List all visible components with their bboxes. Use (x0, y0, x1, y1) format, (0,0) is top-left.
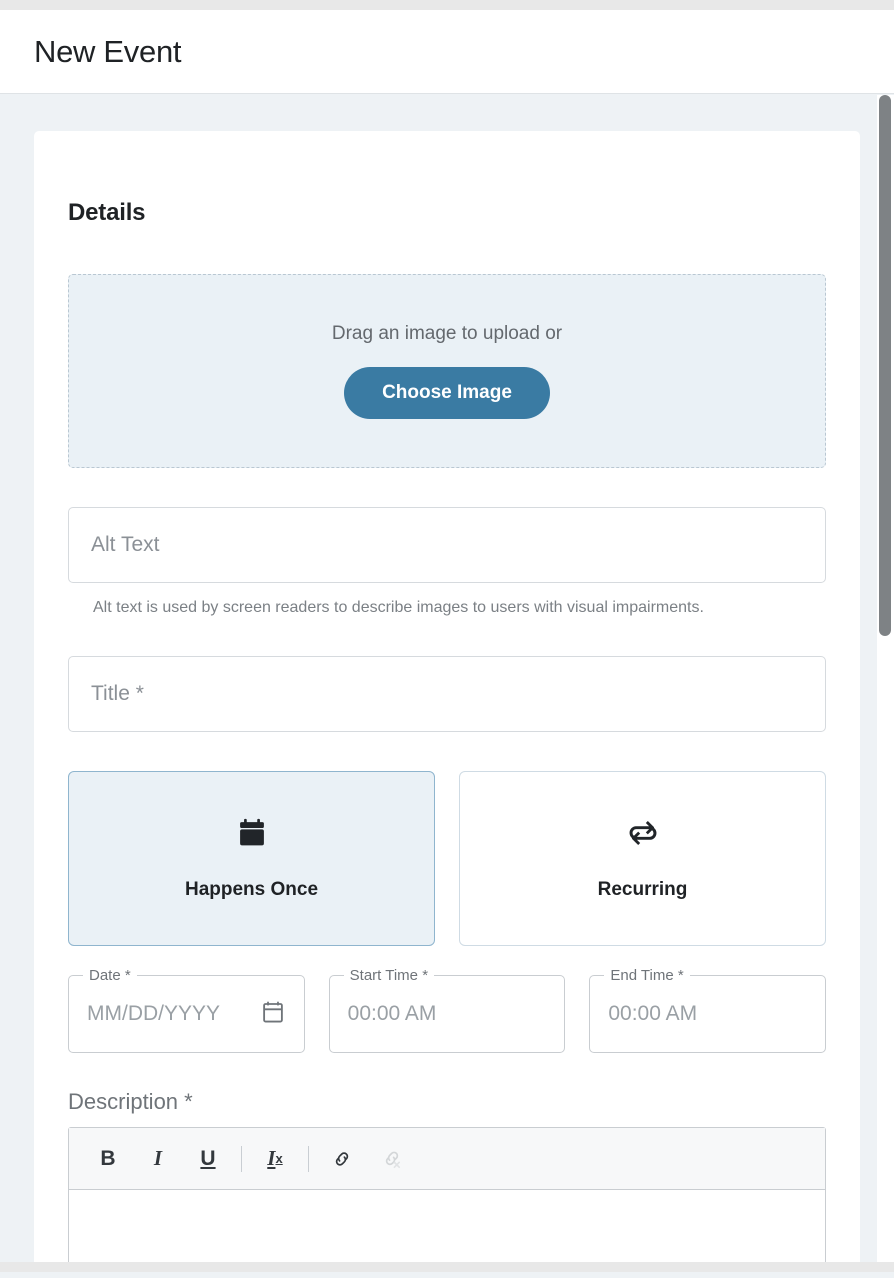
remove-format-button[interactable]: Ix (258, 1142, 292, 1176)
remove-format-glyph: I (267, 1146, 276, 1170)
occurrence-option-recurring[interactable]: Recurring (459, 771, 826, 946)
occurrence-option-label: Recurring (597, 879, 688, 900)
calendar-icon[interactable] (260, 999, 286, 1030)
end-time-field-label: End Time * (604, 967, 690, 985)
page-title: New Event (34, 33, 182, 69)
date-field[interactable]: Date * MM/DD/YYYY (68, 967, 305, 1053)
editor-toolbar: B I U Ix (69, 1128, 825, 1190)
start-time-field-label: Start Time * (343, 967, 435, 985)
page-header: New Event (0, 10, 894, 94)
remove-format-x: x (275, 1151, 283, 1166)
description-editor: B I U Ix (68, 1127, 826, 1262)
occurrence-option-happens-once[interactable]: Happens Once (68, 771, 435, 946)
image-dropzone[interactable]: Drag an image to upload or Choose Image (68, 274, 826, 468)
repeat-icon (626, 816, 660, 855)
start-time-field[interactable]: Start Time * 00:00 AM (328, 967, 566, 1053)
alt-text-placeholder: Alt Text (91, 533, 160, 556)
dropzone-instruction: Drag an image to upload or (331, 323, 563, 344)
date-field-placeholder: MM/DD/YYYY (87, 1002, 221, 1025)
underline-button[interactable]: U (191, 1142, 225, 1176)
alt-text-input[interactable]: Alt Text (68, 507, 826, 583)
italic-button[interactable]: I (141, 1142, 175, 1176)
start-time-placeholder: 00:00 AM (347, 1002, 437, 1025)
toolbar-divider (308, 1145, 309, 1172)
vertical-scrollbar-thumb[interactable] (879, 95, 891, 636)
form-scroll-area[interactable]: Details Drag an image to upload or Choos… (0, 95, 894, 1262)
section-title: Details (68, 199, 146, 226)
unlink-icon (375, 1142, 409, 1176)
horizontal-scrollbar[interactable] (0, 1262, 894, 1272)
schedule-row: Date * MM/DD/YYYY Start Time * 00:00 AM (68, 967, 827, 1053)
link-icon[interactable] (325, 1142, 359, 1176)
date-field-label: Date * (83, 967, 137, 985)
title-input[interactable]: Title * (68, 656, 826, 732)
details-card: Details Drag an image to upload or Choos… (34, 131, 860, 1262)
vertical-scrollbar[interactable] (877, 95, 894, 1262)
end-time-field[interactable]: End Time * 00:00 AM (589, 967, 827, 1053)
description-label: Description * (68, 1089, 193, 1114)
occurrence-option-label: Happens Once (184, 879, 319, 900)
bold-button[interactable]: B (91, 1142, 125, 1176)
end-time-placeholder: 00:00 AM (608, 1002, 698, 1025)
toolbar-divider (241, 1145, 242, 1172)
occurrence-选择-row: Happens Once Recurring (68, 771, 826, 946)
description-textarea[interactable] (69, 1190, 825, 1262)
title-placeholder: Title * (91, 682, 144, 705)
alt-text-helper: Alt text is used by screen readers to de… (93, 599, 704, 616)
top-strip (0, 0, 894, 10)
app-viewport: New Event Details Drag an image to uploa… (0, 0, 894, 1278)
choose-image-button[interactable]: Choose Image (344, 367, 550, 419)
calendar-icon (235, 816, 269, 855)
